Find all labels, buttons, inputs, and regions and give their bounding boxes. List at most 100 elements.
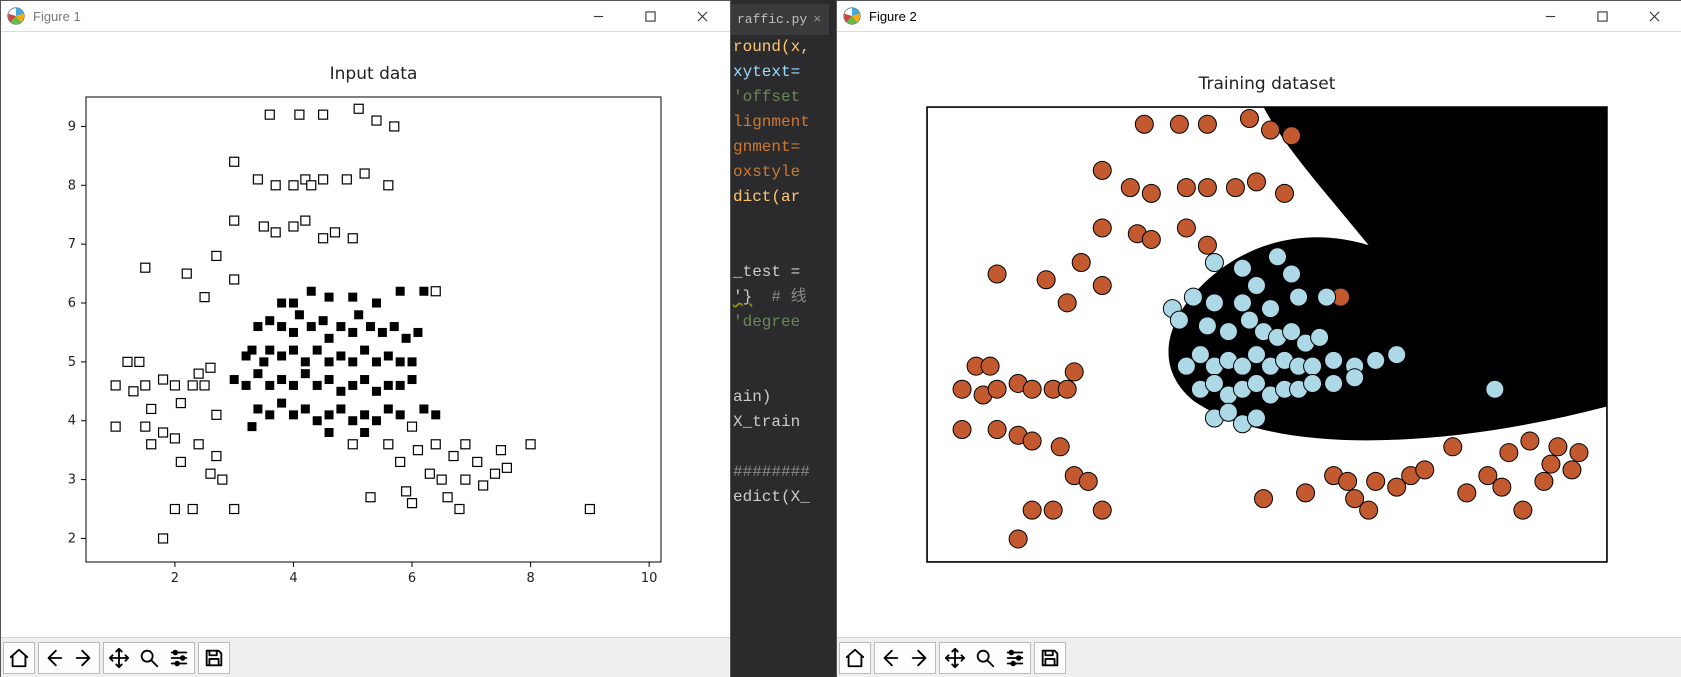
data-point: [491, 469, 500, 478]
data-point: [295, 110, 304, 119]
data-point: [354, 104, 363, 113]
data-point: [253, 404, 262, 413]
pan-button[interactable]: [104, 643, 134, 673]
data-point: [289, 346, 298, 355]
data-point: [295, 310, 304, 319]
figure1-window: Figure 1 Input data24681023456789: [0, 0, 731, 677]
data-point: [111, 422, 120, 431]
close-button[interactable]: [680, 2, 724, 30]
data-point: [336, 322, 345, 331]
data-point: [372, 116, 381, 125]
minimize-button[interactable]: [1528, 2, 1572, 30]
back-button[interactable]: [39, 643, 69, 673]
data-point: [1493, 478, 1511, 496]
save-button[interactable]: [1035, 643, 1065, 673]
data-point: [360, 428, 369, 437]
close-button[interactable]: [1632, 2, 1676, 30]
figure1-plot: Input data24681023456789: [1, 32, 730, 637]
data-point: [419, 404, 428, 413]
data-point: [1205, 294, 1223, 312]
maximize-button[interactable]: [1580, 2, 1624, 30]
data-point: [159, 428, 168, 437]
data-point: [123, 357, 132, 366]
data-point: [372, 387, 381, 396]
home-button[interactable]: [4, 643, 34, 673]
data-point: [1500, 444, 1518, 462]
data-point: [129, 387, 138, 396]
data-point: [1570, 444, 1588, 462]
code-line: '}: [733, 288, 752, 306]
pan-button[interactable]: [940, 643, 970, 673]
data-point: [111, 381, 120, 390]
editor-strip: raffic.py× round(x, xytext= 'offset lign…: [729, 0, 836, 677]
editor-tab[interactable]: raffic.py×: [729, 4, 829, 35]
save-button[interactable]: [199, 643, 229, 673]
data-point: [336, 387, 345, 396]
chart-title: Input data: [330, 64, 418, 84]
window-title: Figure 2: [869, 9, 917, 24]
data-point: [1093, 219, 1111, 237]
titlebar[interactable]: Figure 1: [1, 1, 730, 32]
window-title: Figure 1: [33, 9, 81, 24]
data-point: [206, 469, 215, 478]
zoom-button[interactable]: [970, 643, 1000, 673]
data-point: [1093, 501, 1111, 519]
figure2-plot: Training dataset: [837, 32, 1681, 637]
data-point: [461, 475, 470, 484]
data-point: [348, 234, 357, 243]
data-point: [1514, 501, 1532, 519]
data-point: [390, 122, 399, 131]
configure-button[interactable]: [1000, 643, 1030, 673]
data-point: [348, 440, 357, 449]
data-point: [319, 316, 328, 325]
data-point: [384, 440, 393, 449]
data-point: [1065, 363, 1083, 381]
svg-text:4: 4: [68, 414, 76, 429]
titlebar[interactable]: Figure 2: [837, 1, 1681, 32]
data-point: [336, 351, 345, 360]
forward-button[interactable]: [905, 643, 935, 673]
data-point: [496, 446, 505, 455]
data-point: [348, 416, 357, 425]
data-point: [259, 357, 268, 366]
home-button[interactable]: [840, 643, 870, 673]
data-point: [271, 228, 280, 237]
data-point: [301, 404, 310, 413]
data-point: [265, 316, 274, 325]
maximize-button[interactable]: [628, 2, 672, 30]
figure2-window: Figure 2 Training dataset: [836, 0, 1681, 677]
data-point: [372, 357, 381, 366]
data-point: [1023, 380, 1041, 398]
data-point: [378, 328, 387, 337]
data-point: [212, 410, 221, 419]
data-point: [348, 328, 357, 337]
data-point: [1023, 432, 1041, 450]
zoom-button[interactable]: [134, 643, 164, 673]
back-button[interactable]: [875, 643, 905, 673]
data-point: [1198, 236, 1216, 254]
data-point: [384, 381, 393, 390]
close-icon[interactable]: ×: [813, 12, 821, 27]
data-point: [461, 440, 470, 449]
data-point: [396, 457, 405, 466]
code-line: oxstyle: [733, 163, 800, 181]
data-point: [360, 375, 369, 384]
forward-button[interactable]: [69, 643, 99, 673]
configure-button[interactable]: [164, 643, 194, 673]
data-point: [479, 481, 488, 490]
data-point: [1009, 530, 1027, 548]
data-point: [289, 381, 298, 390]
data-point: [348, 293, 357, 302]
minimize-button[interactable]: [576, 2, 620, 30]
data-point: [988, 380, 1006, 398]
data-point: [1233, 294, 1251, 312]
data-point: [988, 421, 1006, 439]
data-point: [1093, 277, 1111, 295]
data-point: [1283, 127, 1301, 145]
data-point: [277, 299, 286, 308]
data-point: [384, 404, 393, 413]
data-point: [230, 275, 239, 284]
data-point: [1458, 484, 1476, 502]
data-point: [212, 452, 221, 461]
svg-text:9: 9: [68, 119, 76, 134]
